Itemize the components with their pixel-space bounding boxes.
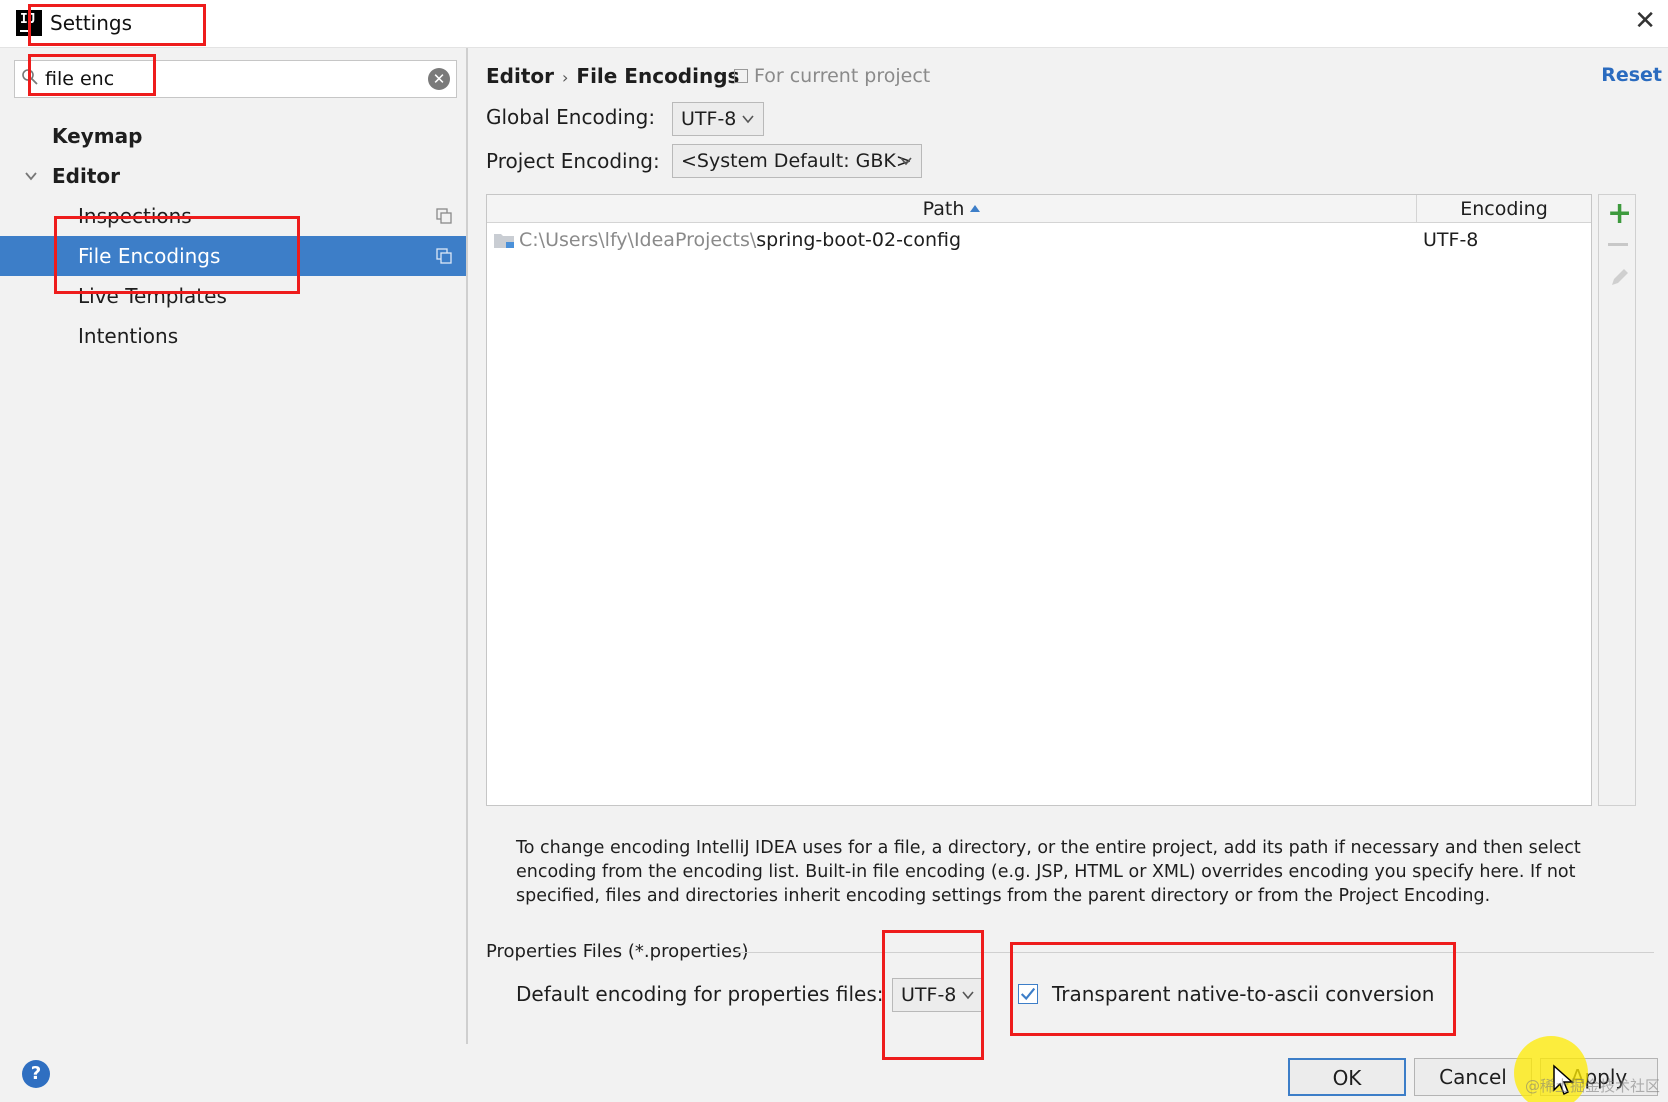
sidebar-item-label: Intentions xyxy=(78,324,179,348)
project-scope-icon xyxy=(436,248,452,264)
global-encoding-dropdown[interactable]: UTF-8 xyxy=(672,102,764,136)
folder-icon xyxy=(494,234,514,248)
project-scope-icon xyxy=(436,208,452,224)
annotation-box-native-ascii xyxy=(1010,942,1456,1036)
annotation-box-title xyxy=(28,4,206,46)
sidebar-item-keymap[interactable]: Keymap xyxy=(0,116,466,156)
path-prefix: C:\Users\lfy\IdeaProjects\ xyxy=(519,229,757,251)
global-encoding-value: UTF-8 xyxy=(681,108,737,130)
file-encodings-panel: Editor › File Encodings For current projec… xyxy=(470,48,1668,1044)
breadcrumb: Editor › File Encodings xyxy=(486,64,739,88)
chevron-down-icon xyxy=(742,115,754,124)
ok-button[interactable]: OK xyxy=(1288,1058,1406,1096)
chevron-down-icon[interactable] xyxy=(23,168,39,184)
path-project-name: spring-boot-02-config xyxy=(756,229,962,251)
project-encoding-value: <System Default: GBK> xyxy=(681,150,912,172)
breadcrumb-current: File Encodings xyxy=(576,64,740,88)
project-encoding-dropdown[interactable]: <System Default: GBK> xyxy=(672,144,922,178)
settings-sidebar: ✕ Keymap Editor Inspections File Encodin… xyxy=(0,48,468,1044)
project-encoding-label: Project Encoding: xyxy=(486,149,660,173)
path-cell: C:\Users\lfy\IdeaProjects\spring-boot-02… xyxy=(519,225,961,255)
column-header-path[interactable]: Path xyxy=(487,195,1417,223)
help-icon[interactable]: ? xyxy=(22,1060,50,1088)
chevron-down-icon xyxy=(900,157,912,166)
properties-section-title: Properties Files (*.properties) xyxy=(486,941,749,962)
sidebar-item-label: Keymap xyxy=(52,124,143,148)
close-icon[interactable]: ✕ xyxy=(1634,8,1656,34)
project-scope-icon xyxy=(734,69,748,83)
sidebar-item-label: Editor xyxy=(52,164,120,188)
breadcrumb-separator: › xyxy=(562,68,569,87)
title-bar: IJ Settings ✕ xyxy=(0,0,1668,48)
edit-pencil-icon[interactable] xyxy=(1608,267,1630,289)
reset-link[interactable]: Reset xyxy=(1601,64,1662,86)
annotation-box-properties-encoding xyxy=(882,930,984,1060)
scope-note: For current project xyxy=(734,65,930,87)
annotation-box-search xyxy=(28,54,156,96)
sidebar-item-intentions[interactable]: Intentions xyxy=(0,316,466,356)
breadcrumb-parent: Editor xyxy=(486,64,554,88)
table-header: Path Encoding xyxy=(487,195,1591,223)
scope-label: For current project xyxy=(754,65,931,87)
encoding-help-text: To change encoding IntelliJ IDEA uses fo… xyxy=(516,838,1581,906)
sort-ascending-icon xyxy=(970,205,981,212)
clear-search-icon[interactable]: ✕ xyxy=(428,68,450,90)
path-encoding-table[interactable]: Path Encoding C:\Users\lfy\IdeaProjects\… xyxy=(486,194,1592,806)
global-encoding-label: Global Encoding: xyxy=(486,105,656,129)
watermark: @稀土掘金技术社区 xyxy=(1524,1077,1660,1095)
dialog-button-bar: ? OK Cancel Apply xyxy=(0,1044,1668,1102)
add-icon[interactable]: + xyxy=(1607,199,1632,229)
table-toolbar: + xyxy=(1598,194,1636,806)
remove-icon[interactable] xyxy=(1608,243,1628,246)
encoding-cell[interactable]: UTF-8 xyxy=(1423,225,1478,255)
table-row[interactable]: C:\Users\lfy\IdeaProjects\spring-boot-02… xyxy=(487,225,1591,255)
sidebar-item-editor[interactable]: Editor xyxy=(0,156,466,196)
properties-encoding-label: Default encoding for properties files: xyxy=(516,982,884,1006)
column-header-encoding[interactable]: Encoding xyxy=(1417,195,1591,223)
annotation-box-file-encodings xyxy=(54,216,300,294)
